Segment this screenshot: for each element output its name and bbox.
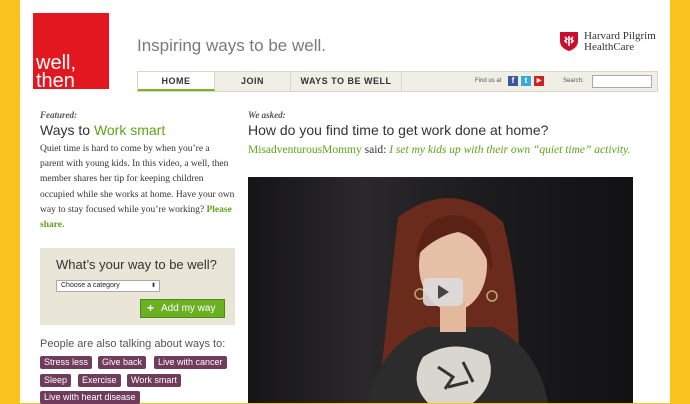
youtube-icon[interactable]: ▶ [534,76,544,86]
category-select[interactable]: Choose a category ⬍ [56,280,160,292]
we-asked-label: We asked: [248,110,286,120]
video-player[interactable] [248,177,633,403]
featured-body: Quiet time is hard to come by when you’r… [40,142,235,233]
tag-stress-less[interactable]: Stress less [40,356,93,369]
facebook-icon[interactable]: f [508,76,518,86]
plus-icon: + [147,301,155,315]
find-us-label: Find us at [475,78,502,84]
partner-name-line2: HealthCare [584,41,635,53]
tag-sleep[interactable]: Sleep [40,374,72,387]
featured-title-prefix: Ways to [40,122,94,138]
logo-text-line2: then [36,70,75,92]
tab-ways-to-be-well[interactable]: WAYS TO BE WELL [291,72,402,91]
tag-live-with-cancer[interactable]: Live with cancer [154,356,227,369]
share-your-way-question: What’s your way to be well? [56,257,217,272]
category-select-value: Choose a category [61,282,120,289]
answer-text: MisadventurousMommy said: I set my kids … [248,143,648,159]
share-your-way-box: What’s your way to be well? Choose a cat… [40,248,235,325]
select-arrows-icon: ⬍ [150,283,156,289]
search-label: Search: [563,78,584,84]
tag-work-smart[interactable]: Work smart [127,374,181,387]
play-icon [438,285,449,299]
answer-quote: I set my kids up with their own “quiet t… [389,144,631,156]
featured-title: Ways to Work smart [40,122,165,138]
tagline: Inspiring ways to be well. [137,36,326,55]
add-my-way-button[interactable]: + Add my way [140,299,225,318]
add-my-way-label: Add my way [161,303,216,314]
tab-home[interactable]: HOME [138,72,215,91]
play-button[interactable] [423,278,463,306]
tab-join[interactable]: JOIN [215,72,291,91]
twitter-icon[interactable]: t [521,76,531,86]
wellthen-logo[interactable]: well, then [33,13,109,92]
tag-exercise[interactable]: Exercise [78,374,121,387]
talking-about-label: People are also talking about ways to: [40,338,226,350]
search-input[interactable] [592,75,652,88]
answer-said: said: [361,144,390,156]
tag-live-with-heart-disease[interactable]: Live with heart disease [40,391,140,404]
featured-label: Featured: [40,110,77,120]
asked-question: How do you find time to get work done at… [248,122,549,138]
tag-give-back[interactable]: Give back [98,356,147,369]
main-nav: HOME JOIN WAYS TO BE WELL Find us at f t… [137,71,658,92]
featured-title-highlight[interactable]: Work smart [94,122,165,138]
answer-username-link[interactable]: MisadventurousMommy [248,144,362,156]
page: well, then Inspiring ways to be well. Ha… [20,0,670,404]
harvard-pilgrim-logo[interactable]: Harvard Pilgrim HealthCare [558,30,662,54]
shield-icon [560,32,578,51]
